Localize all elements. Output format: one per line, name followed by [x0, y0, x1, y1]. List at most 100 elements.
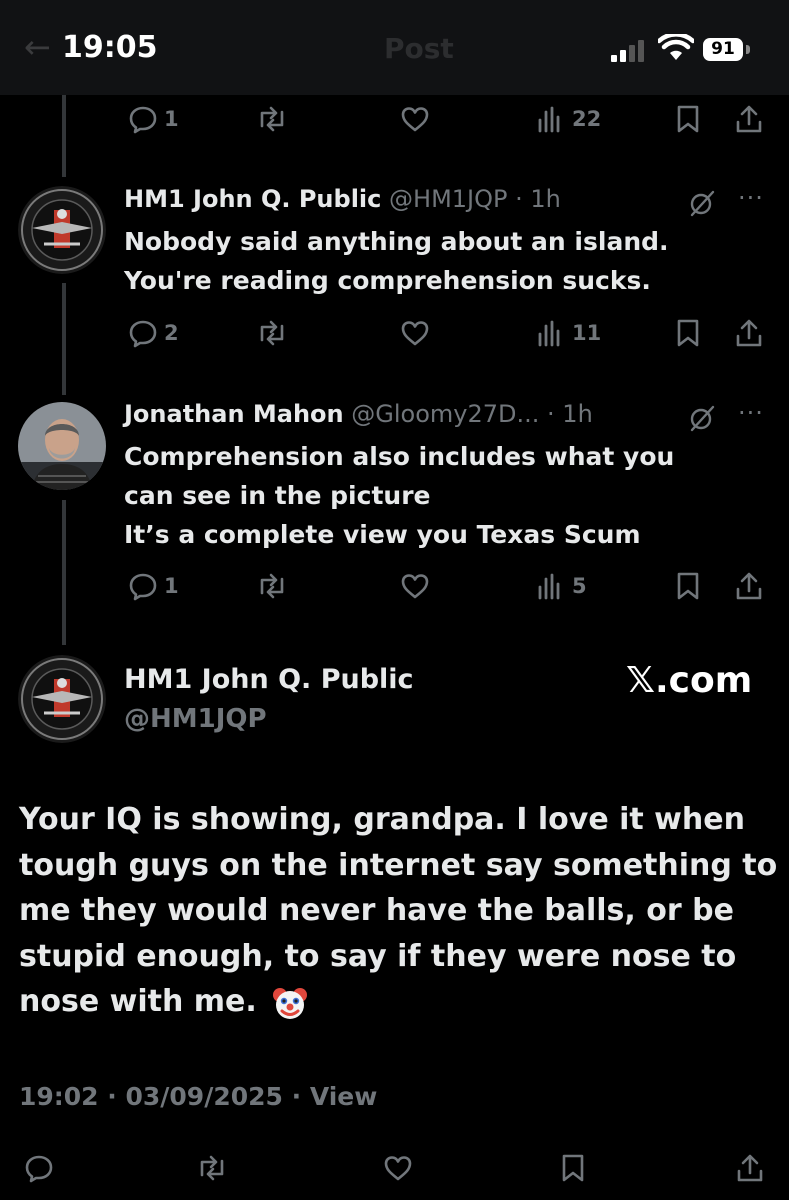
- reply-icon: [129, 320, 157, 348]
- watermark: 𝕏.com: [626, 660, 753, 701]
- share-button[interactable]: [734, 101, 764, 137]
- action-row-top: 1 22: [0, 101, 789, 137]
- text-line: Your IQ is showing, grandpa. I love it w…: [19, 802, 745, 837]
- clown-emoji: [273, 987, 308, 1019]
- views-icon: [538, 573, 560, 600]
- text-line: stupid enough, to say if they were nose …: [19, 938, 737, 974]
- timestamp-text: 19:02 · 03/09/2025 ·: [19, 1082, 310, 1111]
- text-line: me they would never have the balls, or b…: [19, 893, 734, 928]
- user-handle[interactable]: @HM1JQP: [124, 704, 267, 734]
- repost-button[interactable]: [257, 315, 287, 351]
- battery-tip: [746, 45, 750, 54]
- like-icon: [401, 574, 429, 599]
- bookmark-button[interactable]: [673, 315, 703, 351]
- reply-count: 2: [164, 321, 179, 345]
- avatar[interactable]: [18, 186, 106, 274]
- bookmark-button[interactable]: [673, 568, 703, 604]
- back-icon[interactable]: ←: [24, 28, 51, 66]
- view-link[interactable]: View: [310, 1082, 378, 1111]
- reply-button[interactable]: 2: [128, 315, 179, 351]
- repost-button[interactable]: [257, 101, 287, 137]
- like-button[interactable]: [400, 315, 430, 351]
- repost-icon: [260, 106, 284, 132]
- text-line: You're reading comprehension sucks.: [124, 266, 651, 295]
- views-count: 22: [572, 107, 602, 131]
- text-line: nose with me.: [19, 984, 257, 1019]
- reply-text: Nobody said anything about an island. Yo…: [124, 222, 669, 300]
- share-icon: [736, 572, 762, 600]
- action-row-main: [0, 1150, 789, 1186]
- like-icon: [401, 321, 429, 346]
- battery-indicator: 91: [703, 38, 743, 61]
- display-name[interactable]: HM1 John Q. Public: [124, 664, 414, 695]
- views-button[interactable]: 5: [536, 568, 587, 604]
- views-button[interactable]: 22: [536, 101, 601, 137]
- display-name[interactable]: HM1 John Q. Public: [124, 185, 381, 213]
- bookmark-icon: [677, 319, 699, 347]
- bookmark-button[interactable]: [673, 101, 703, 137]
- avatar[interactable]: [18, 402, 106, 490]
- reply-text: Comprehension also includes what you can…: [124, 437, 674, 554]
- share-icon: [736, 319, 762, 347]
- views-icon: [538, 106, 560, 133]
- share-button[interactable]: [735, 1150, 765, 1186]
- profile-photo: [18, 402, 106, 490]
- post-timestamp: 19:02 · 03/09/2025 · View: [19, 1082, 377, 1111]
- repost-button[interactable]: [197, 1150, 227, 1186]
- text-line: It’s a complete view you Texas Scum: [124, 520, 641, 549]
- share-button[interactable]: [734, 315, 764, 351]
- user-handle[interactable]: @HM1JQP: [389, 185, 507, 213]
- share-button[interactable]: [734, 568, 764, 604]
- reply-count: 1: [164, 574, 179, 598]
- views-icon: [538, 320, 560, 347]
- reply-button[interactable]: 1: [128, 568, 179, 604]
- text-line: Comprehension also includes what you: [124, 442, 675, 471]
- like-button[interactable]: [400, 568, 430, 604]
- like-icon: [401, 107, 429, 132]
- seal-logo-icon: [18, 655, 106, 743]
- display-name[interactable]: Jonathan Mahon: [124, 400, 344, 428]
- reply-header: HM1 John Q. Public @HM1JQP · 1h: [124, 185, 561, 219]
- more-icon[interactable]: ···: [738, 399, 764, 427]
- repost-button[interactable]: [257, 568, 287, 604]
- like-icon: [384, 1156, 412, 1181]
- action-row-reply-1: 2 11: [0, 315, 789, 351]
- repost-icon: [200, 1155, 224, 1181]
- status-time: 19:05: [62, 30, 158, 65]
- post-text: Your IQ is showing, grandpa. I love it w…: [19, 797, 779, 1025]
- bookmark-button[interactable]: [558, 1150, 588, 1186]
- reply-button[interactable]: 1: [128, 101, 179, 137]
- more-icon[interactable]: ···: [738, 184, 764, 212]
- reply-icon: [129, 573, 157, 601]
- reply-header: Jonathan Mahon @Gloomy27D... · 1h: [124, 400, 593, 434]
- seal-logo-icon: [18, 186, 106, 274]
- avatar[interactable]: [18, 655, 106, 743]
- bookmark-icon: [562, 1154, 584, 1182]
- grok-icon[interactable]: [688, 404, 716, 432]
- text-line-last: nose with me.: [19, 979, 779, 1025]
- wifi-icon: [658, 34, 694, 60]
- reply-icon: [25, 1155, 53, 1183]
- reply-button[interactable]: [24, 1150, 54, 1186]
- bookmark-icon: [677, 572, 699, 600]
- text-line: tough guys on the internet say something…: [19, 847, 778, 883]
- action-row-reply-2: 1 5: [0, 568, 789, 604]
- post-age: · 1h: [547, 400, 593, 428]
- like-button[interactable]: [383, 1150, 413, 1186]
- bookmark-icon: [677, 105, 699, 133]
- views-count: 11: [572, 321, 602, 345]
- user-handle[interactable]: @Gloomy27D...: [351, 400, 539, 428]
- share-icon: [737, 1154, 763, 1182]
- reply-count: 1: [164, 107, 179, 131]
- repost-icon: [260, 573, 284, 599]
- views-button[interactable]: 11: [536, 315, 601, 351]
- repost-icon: [260, 320, 284, 346]
- status-bar: ← Post 19:05 91: [0, 0, 789, 95]
- text-line: can see in the picture: [124, 481, 431, 510]
- post-age: · 1h: [515, 185, 561, 213]
- text-line: Nobody said anything about an island.: [124, 227, 669, 256]
- like-button[interactable]: [400, 101, 430, 137]
- reply-icon: [129, 106, 157, 134]
- views-count: 5: [572, 574, 587, 598]
- grok-icon[interactable]: [688, 189, 716, 217]
